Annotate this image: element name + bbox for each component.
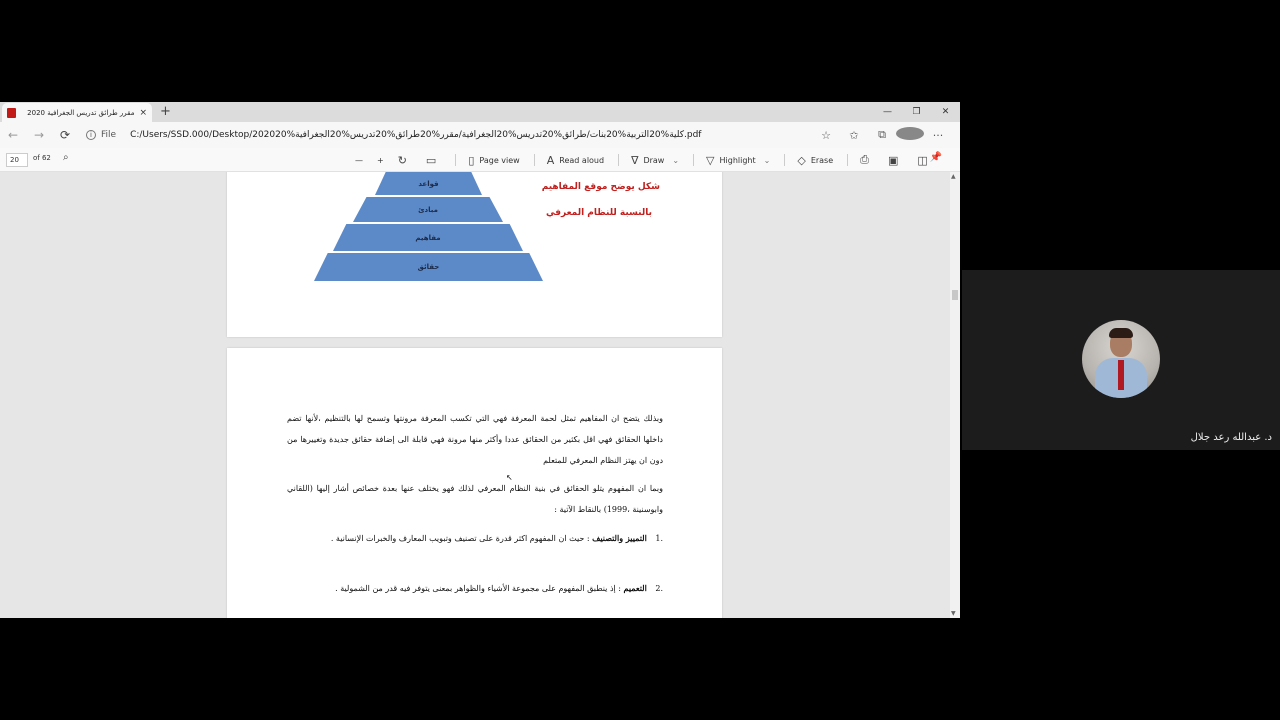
avatar-tie — [1118, 360, 1124, 390]
zoom-out-button[interactable]: — — [355, 156, 363, 165]
save-as-icon: ◫ — [917, 153, 928, 167]
page-total-label: of 62 — [33, 154, 51, 162]
profile-button[interactable] — [896, 127, 924, 143]
draw-button[interactable]: ∇ Draw ⌄ — [631, 154, 679, 167]
pyramid-level: مفاهيم — [333, 224, 523, 251]
mouse-cursor-icon: ↖ — [506, 473, 513, 482]
pdf-icon — [7, 107, 16, 118]
back-button[interactable]: ← — [0, 128, 26, 142]
highlight-label: Highlight — [719, 155, 756, 165]
page-number-input[interactable]: 20 — [6, 153, 28, 167]
info-icon: i — [86, 130, 96, 140]
new-tab-button[interactable]: + — [160, 104, 171, 119]
list-term: التمييز والتصنيف — [592, 533, 647, 543]
close-window-button[interactable]: ✕ — [931, 102, 960, 122]
tab-title: مقرر طرائق تدريس الجغرافية 2020 — [27, 108, 135, 117]
read-aloud-button[interactable]: A Read aloud — [547, 154, 604, 167]
chevron-down-icon[interactable]: ⌄ — [764, 156, 771, 165]
scroll-down-icon[interactable]: ▼ — [951, 610, 956, 617]
favorites-icon[interactable]: ✩ — [840, 129, 868, 142]
search-icon[interactable]: ⌕ — [63, 152, 69, 163]
tab-bar: مقرر طرائق تدريس الجغرافية 2020 × + — ❐ … — [0, 102, 960, 122]
address-bar: ← → ⟳ i File C:/Users/SSD.000/Desktop/كل… — [0, 122, 960, 148]
toolbar-divider — [693, 154, 695, 166]
site-info-button[interactable]: i File — [86, 130, 116, 140]
page-view-icon: ▯ — [468, 153, 475, 167]
draw-icon: ∇ — [631, 153, 639, 167]
collections-icon[interactable]: ⧉ — [868, 128, 896, 142]
rotate-icon: ↻ — [397, 153, 407, 167]
pdf-page: قواعد مبادئ مفاهيم حقائق شكل يوضح موقع ا… — [227, 172, 722, 337]
pdf-tool-group: — + ↻ ▭ ▯ Page view A Read aloud ∇ Draw ⌄ ▽ H… — [355, 148, 947, 172]
refresh-button[interactable]: ⟳ — [52, 128, 78, 142]
toolbar-divider — [618, 154, 620, 166]
eraser-icon: ◇ — [797, 153, 806, 167]
scroll-up-icon[interactable]: ▲ — [951, 173, 956, 180]
pyramid-level: حقائق — [314, 253, 543, 281]
pdf-toolbar: 20 of 62 ⌕ — + ↻ ▭ ▯ Page view A Read alou… — [0, 148, 960, 172]
erase-button[interactable]: ◇ Erase — [797, 154, 833, 167]
participant-name: د. عبدالله رعد جلال — [1190, 432, 1272, 443]
window-controls: — ❐ ✕ — [873, 102, 960, 122]
address-bar-actions: ☆ ✩ ⧉ ··· — [812, 122, 952, 148]
print-button[interactable]: ⎙ — [860, 153, 874, 167]
settings-more-button[interactable]: ··· — [924, 129, 952, 142]
paragraph: وبذلك يتضح ان المفاهيم تمثل لحمة المعرفة… — [287, 414, 663, 465]
tab-close-icon[interactable]: × — [139, 108, 147, 118]
page-view-button[interactable]: ▯ Page view — [468, 154, 519, 167]
screen: مقرر طرائق تدريس الجغرافية 2020 × + — ❐ … — [0, 0, 1280, 720]
toolbar-divider — [784, 154, 786, 166]
add-favorite-icon[interactable]: ☆ — [812, 129, 840, 142]
pdf-viewer[interactable]: قواعد مبادئ مفاهيم حقائق شكل يوضح موقع ا… — [0, 172, 950, 618]
scrollbar-thumb[interactable] — [952, 290, 958, 300]
list-number: .2 — [655, 584, 663, 593]
file-label: File — [101, 130, 117, 140]
zoom-in-button[interactable]: + — [377, 156, 384, 165]
profile-avatar-icon — [896, 127, 924, 140]
list-item: .1 التمييز والتصنيف : حيث ان المفهوم اكث… — [287, 528, 663, 549]
pdf-page: وبذلك يتضح ان المفاهيم تمثل لحمة المعرفة… — [227, 348, 722, 618]
figure-caption: بالنسبة للنظام المعرفي — [545, 208, 652, 218]
read-aloud-label: Read aloud — [559, 155, 605, 165]
list-number: .1 — [655, 534, 663, 543]
participant-video-tile[interactable]: د. عبدالله رعد جلال — [962, 270, 1280, 450]
erase-label: Erase — [810, 155, 834, 165]
browser-tab[interactable]: مقرر طرائق تدريس الجغرافية 2020 × — [2, 103, 152, 122]
pin-toolbar-icon[interactable]: 📌 — [930, 152, 942, 163]
toolbar-divider — [455, 154, 457, 166]
list-text: : حيث ان المفهوم اكثر قدرة على تصنيف وتب… — [330, 534, 590, 543]
browser-window: مقرر طرائق تدريس الجغرافية 2020 × + — ❐ … — [0, 102, 960, 618]
pyramid-level: مبادئ — [353, 197, 503, 222]
rotate-button[interactable]: ↻ — [398, 154, 412, 167]
fit-page-icon: ▭ — [425, 153, 437, 167]
list-term: التعميم — [623, 583, 647, 593]
save-button[interactable]: ▣ — [888, 154, 903, 167]
toolbar-divider — [847, 154, 849, 166]
page-view-label: Page view — [479, 155, 520, 165]
pyramid-level: قواعد — [375, 172, 482, 195]
chevron-down-icon[interactable]: ⌄ — [672, 156, 679, 165]
figure-caption: شكل يوضح موقع المفاهيم — [541, 182, 660, 192]
toolbar-divider — [533, 154, 535, 166]
vertical-scrollbar[interactable]: ▲ ▼ — [950, 172, 960, 618]
forward-button[interactable]: → — [26, 128, 52, 142]
minimize-button[interactable]: — — [873, 102, 902, 122]
list-item: .2 التعميم : إذ ينطبق المفهوم على مجموعة… — [287, 578, 663, 599]
list-text: : إذ ينطبق المفهوم على مجموعة الأشياء وا… — [335, 584, 621, 593]
highlight-icon: ▽ — [706, 153, 715, 167]
read-aloud-icon: A — [546, 153, 555, 167]
avatar-hair — [1109, 328, 1133, 338]
maximize-button[interactable]: ❐ — [902, 102, 931, 122]
print-icon: ⎙ — [860, 153, 869, 166]
url-field[interactable]: C:/Users/SSD.000/Desktop/كلية%20التربية%… — [130, 130, 701, 140]
participant-avatar — [1082, 320, 1160, 398]
draw-label: Draw — [643, 155, 665, 165]
save-icon: ▣ — [887, 153, 899, 167]
fit-page-button[interactable]: ▭ — [426, 154, 441, 167]
highlight-button[interactable]: ▽ Highlight ⌄ — [706, 154, 770, 167]
paragraph: وبما ان المفهوم يتلو الحقائق في بنية الن… — [287, 484, 663, 514]
